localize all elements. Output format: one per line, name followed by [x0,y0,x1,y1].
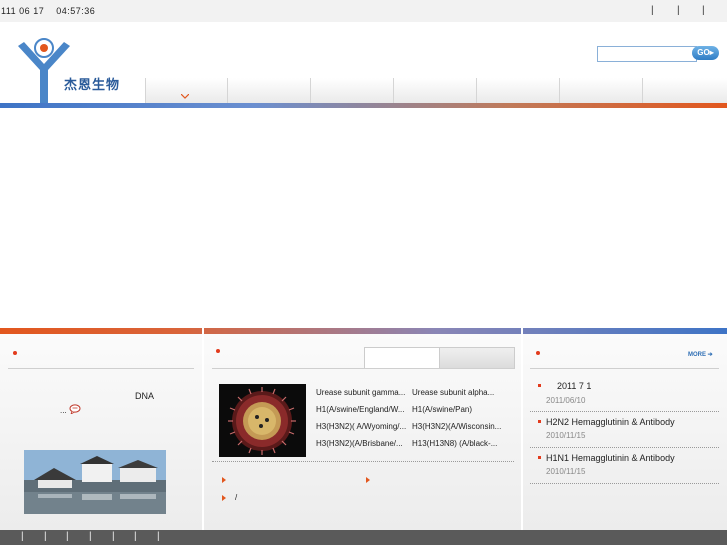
date-text: 111 06 17 [1,6,45,16]
topbar-separator: | [651,5,654,16]
company-building-photo [24,450,166,514]
search-input[interactable] [597,46,697,62]
product-link[interactable]: H1(A/swine/England/W... [316,405,404,414]
product-link[interactable]: Urease subunit alpha... [412,388,494,397]
virus-image [219,384,306,457]
news-more-link[interactable]: MORE ➔ [688,351,713,358]
header: 杰恩生物 GO▸ [0,22,727,110]
tab-products-active[interactable] [364,347,440,369]
nav-item-2[interactable] [227,78,311,104]
nav-item-1[interactable] [145,78,228,104]
bullet-dot-icon [538,384,541,387]
search-go-button[interactable]: GO▸ [692,46,719,60]
middle-dotted-divider [212,461,514,462]
nav-item-6[interactable] [559,78,643,104]
bullet-dot-icon [538,456,541,459]
footer-separator: | [112,531,115,542]
read-more-link[interactable]: ... [60,406,67,415]
topbar-separator: | [702,5,705,16]
tab-products-secondary[interactable] [439,347,515,369]
speech-bubble-icon[interactable] [69,404,81,414]
footer-separator: | [44,531,47,542]
nav-item-5[interactable] [476,78,560,104]
main-nav [145,78,727,104]
news-title[interactable]: H2N2 Hemagglutinin & Antibody [546,417,675,427]
date-time: 111 06 17 04:57:36 [1,6,95,16]
middle-panel-divider [212,368,514,369]
banner-area [0,108,727,328]
news-date: 2010/11/15 [546,467,586,476]
arrow-bullet-icon [222,495,226,501]
news-divider [530,483,719,484]
search-go-icon: ▸ [709,48,714,57]
bullet-dot-icon [536,351,540,355]
footer-separator: | [157,531,160,542]
nav-item-3[interactable] [310,78,394,104]
bullet-dot-icon [538,420,541,423]
product-link[interactable]: H3(H3N2)(A/Brisbane/... [316,439,403,448]
left-panel-divider [8,368,194,369]
arrow-bullet-icon [366,477,370,483]
news-title[interactable]: H1N1 Hemagglutinin & Antibody [546,453,675,463]
column-divider [202,328,204,530]
go-label: GO [697,48,710,57]
news-title[interactable]: 2011 7 1 [557,381,591,391]
company-intro-text: DNA [135,391,155,401]
bullet-dot-icon [216,349,220,353]
product-link[interactable]: Urease subunit gamma... [316,388,405,397]
topbar-separator: | [677,5,680,16]
nav-item-4[interactable] [393,78,477,104]
logo-mark-icon [18,38,70,104]
middle-link[interactable]: / [235,493,237,502]
news-divider [530,411,719,412]
top-bar: 111 06 17 04:57:36 | | | [0,0,727,23]
more-label: MORE [688,352,706,358]
column-divider [521,328,523,530]
brand-name: 杰恩生物 [64,78,121,93]
product-link[interactable]: H3(H3N2)( A/Wyoming/... [316,422,406,431]
chevron-down-icon [181,94,189,99]
footer-bar: | | | | | | | [0,530,727,545]
arrow-bullet-icon [222,477,226,483]
product-link[interactable]: H3(H3N2)(A/Wisconsin... [412,422,501,431]
product-link[interactable]: H13(H13N8) (A/black-... [412,439,497,448]
footer-separator: | [66,531,69,542]
news-divider [530,447,719,448]
footer-separator: | [134,531,137,542]
bullet-dot-icon [13,351,17,355]
footer-separator: | [21,531,24,542]
footer-separator: | [89,531,92,542]
nav-item-7[interactable] [642,78,727,104]
site-logo[interactable]: 杰恩生物 [14,32,144,106]
right-panel-divider [530,368,719,369]
time-text: 04:57:36 [56,6,96,16]
more-arrow-icon: ➔ [707,352,713,358]
product-link[interactable]: H1(A/swine/Pan) [412,405,472,414]
news-date: 2011/06/10 [546,396,586,405]
news-date: 2010/11/15 [546,431,586,440]
